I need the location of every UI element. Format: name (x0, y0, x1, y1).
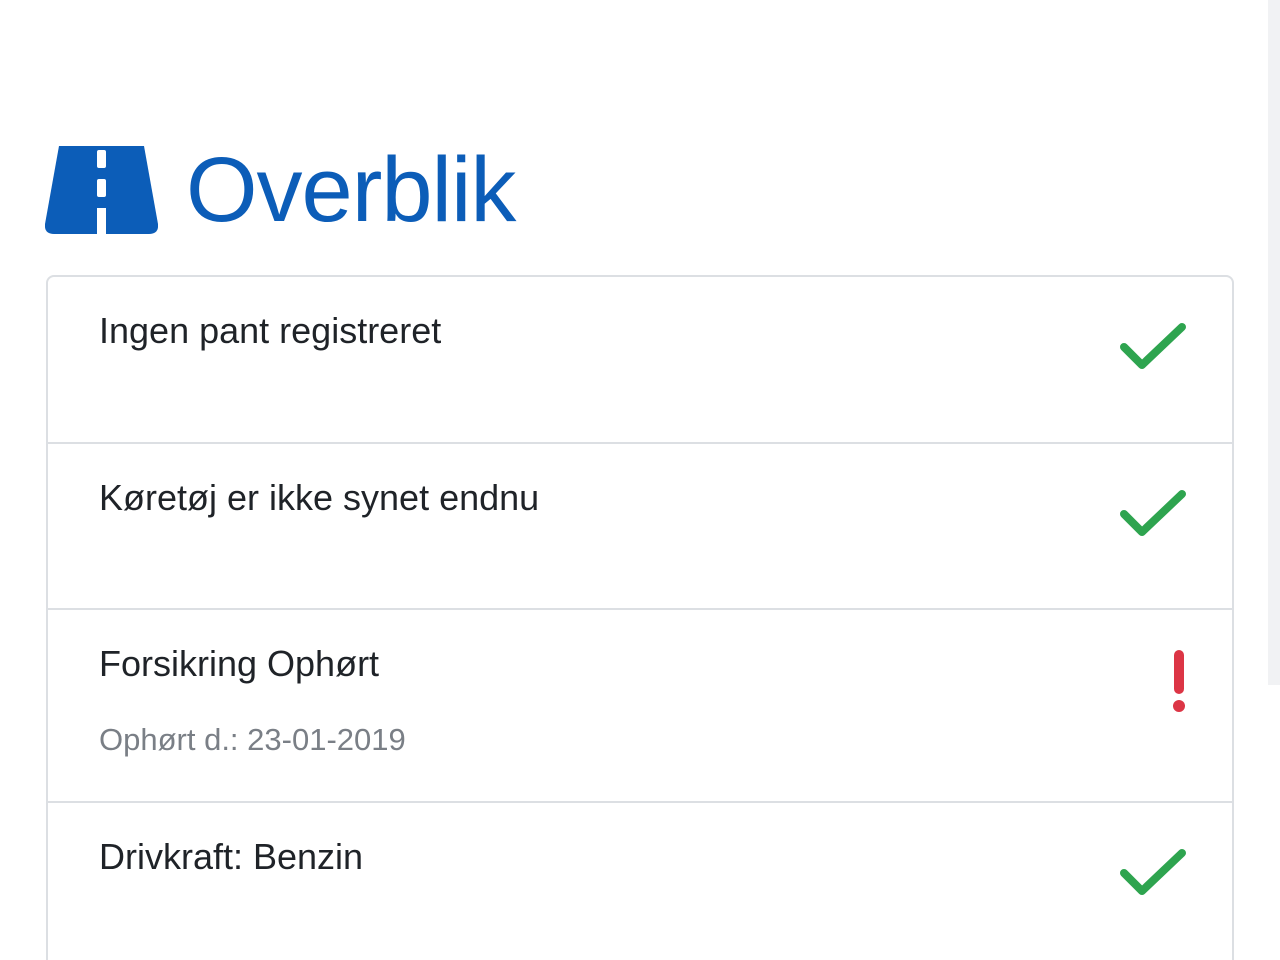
page-heading: Overblik (45, 139, 516, 241)
item-label: Drivkraft: Benzin (99, 836, 364, 877)
road-icon (45, 146, 158, 234)
page-title: Overblik (186, 139, 516, 241)
list-item-pledge: Ingen pant registreret (48, 277, 1232, 444)
scrollbar-track[interactable] (1268, 0, 1280, 685)
exclamation-icon (1173, 650, 1185, 712)
check-icon (1120, 490, 1186, 536)
item-label: Køretøj er ikke synet endnu (99, 477, 540, 518)
check-icon (1120, 849, 1186, 895)
list-item-inspection: Køretøj er ikke synet endnu (48, 444, 1232, 610)
item-detail: Ophørt d.: 23-01-2019 (99, 722, 406, 757)
overview-page: Overblik Ingen pant registreret Køretøj … (0, 0, 1280, 960)
check-icon (1120, 323, 1186, 369)
list-item-insurance: Forsikring Ophørt Ophørt d.: 23-01-2019 (48, 610, 1232, 803)
item-label: Forsikring Ophørt (99, 643, 380, 684)
list-item-fuel: Drivkraft: Benzin (48, 803, 1232, 960)
overview-card: Ingen pant registreret Køretøj er ikke s… (46, 275, 1234, 960)
item-label: Ingen pant registreret (99, 310, 442, 351)
